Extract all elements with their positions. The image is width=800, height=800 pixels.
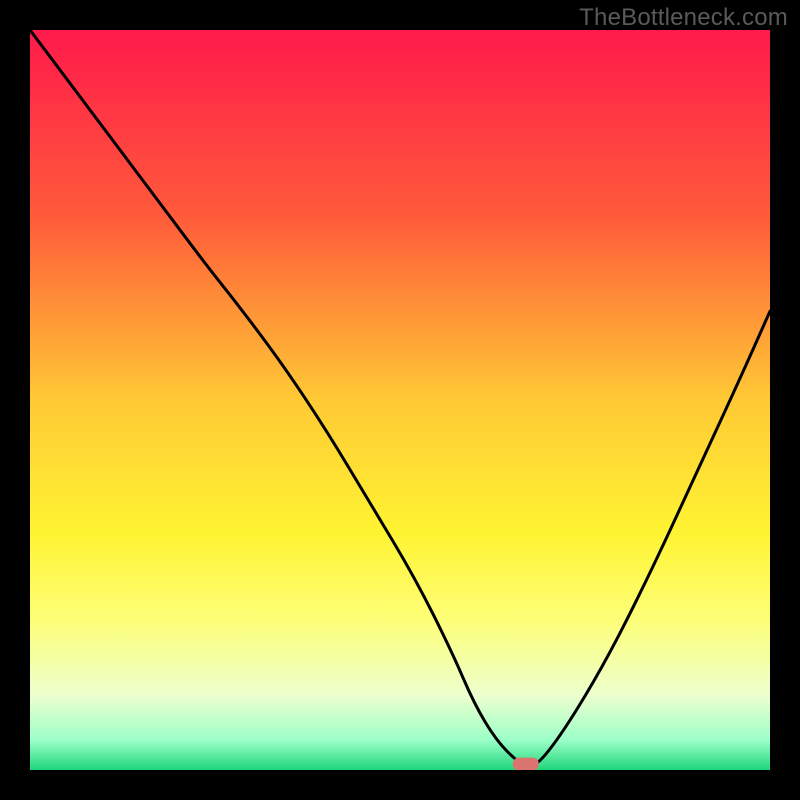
chart-stage: TheBottleneck.com <box>0 0 800 800</box>
bottleneck-chart <box>30 30 770 770</box>
optimal-marker <box>513 758 539 770</box>
gradient-background <box>30 30 770 770</box>
watermark-text: TheBottleneck.com <box>579 4 788 32</box>
